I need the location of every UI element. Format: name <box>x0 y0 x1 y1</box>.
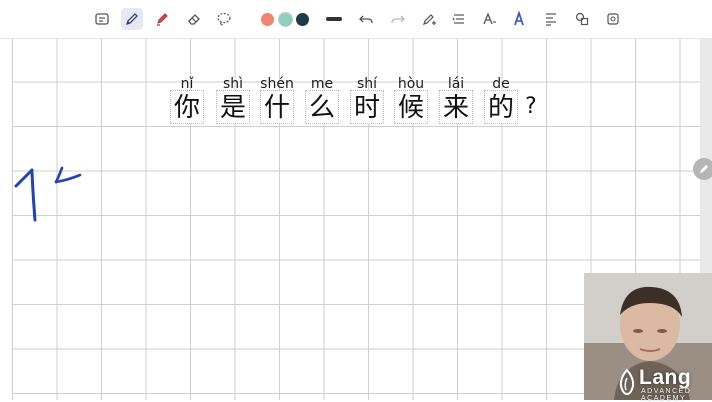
hanzi-character: 时 <box>350 90 384 124</box>
hanzi-character: 么 <box>305 90 339 124</box>
pen-icon[interactable] <box>121 8 143 30</box>
lang-logo-icon <box>619 368 635 396</box>
text-icon[interactable] <box>480 10 498 28</box>
hanzi-character: 来 <box>439 90 473 124</box>
hanzi-character: 什 <box>260 90 294 124</box>
brand-name: Lang <box>639 366 692 389</box>
hanzi-character: 你 <box>170 90 204 124</box>
color-navy-swatch[interactable] <box>296 13 309 26</box>
eraser-icon[interactable] <box>185 10 203 28</box>
insert-icon[interactable] <box>604 10 622 28</box>
shape-recognition-icon[interactable] <box>573 10 591 28</box>
hanzi-character: 的 <box>484 90 518 124</box>
handwritten-stroke <box>14 166 82 222</box>
hanzi-row: 你 是 什 么 时 候 来 的 <box>0 90 712 124</box>
toolbar <box>0 0 712 39</box>
align-icon[interactable] <box>542 10 560 28</box>
shapes-icon[interactable] <box>450 10 468 28</box>
redo-icon[interactable] <box>389 10 407 28</box>
question-mark: ? <box>525 94 537 119</box>
ai-text-icon[interactable] <box>511 10 529 28</box>
pen-settings-icon[interactable] <box>420 10 438 28</box>
text-box-icon[interactable] <box>93 10 111 28</box>
brand-watermark: Lang ADVANCED ACADEMY <box>615 364 712 402</box>
color-red-swatch[interactable] <box>261 13 274 26</box>
hanzi-character: 候 <box>394 90 428 124</box>
undo-icon[interactable] <box>357 10 375 28</box>
color-teal-swatch[interactable] <box>279 13 292 26</box>
lasso-icon[interactable] <box>215 10 233 28</box>
edit-float-button[interactable] <box>693 158 712 180</box>
highlighter-icon[interactable] <box>153 10 171 28</box>
stroke-width-icon[interactable] <box>326 17 342 21</box>
hanzi-character: 是 <box>216 90 250 124</box>
